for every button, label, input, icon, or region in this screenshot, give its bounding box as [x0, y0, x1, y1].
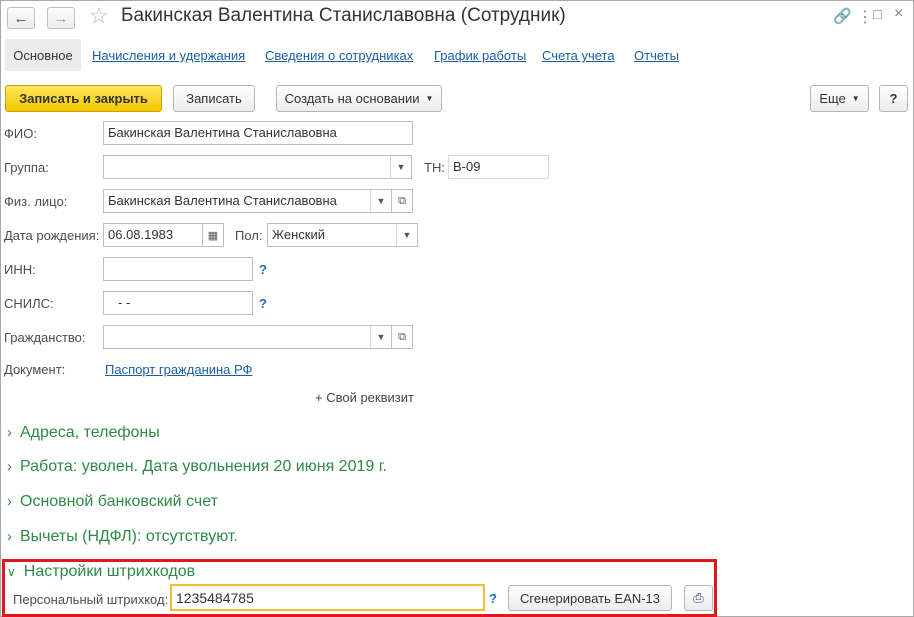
inn-field[interactable]: [103, 257, 253, 281]
document-link[interactable]: Паспорт гражданина РФ: [105, 362, 252, 377]
snils-label: СНИЛС:: [4, 296, 54, 311]
person-field[interactable]: Бакинская Валентина Станиславовна: [103, 189, 371, 213]
printer-icon: ⎙: [693, 590, 704, 605]
fio-label: ФИО:: [4, 126, 37, 141]
citizenship-dropdown-button[interactable]: ▼: [370, 325, 392, 349]
save-and-close-button[interactable]: Записать и закрыть: [5, 85, 162, 112]
birth-date-label: Дата рождения:: [4, 228, 100, 243]
tn-field[interactable]: В-09: [448, 155, 549, 179]
group-work[interactable]: › Работа: уволен. Дата увольнения 20 июня…: [7, 458, 387, 476]
citizenship-label: Гражданство:: [4, 330, 86, 345]
more-vertical-icon[interactable]: ⋮: [857, 7, 873, 27]
tab-employee-info[interactable]: Сведения о сотрудниках: [265, 48, 413, 63]
chevron-right-icon: ›: [7, 424, 12, 441]
add-custom-attribute-button[interactable]: + Свой реквизит: [315, 390, 414, 405]
snils-field[interactable]: - -: [103, 291, 253, 315]
chevron-down-icon: ▼: [376, 332, 386, 342]
arrow-left-icon: ←: [13, 9, 29, 27]
chevron-right-icon: ›: [7, 528, 12, 545]
open-window-icon: ⧉: [398, 194, 406, 207]
group-barcode-settings-label: Настройки штрихкодов: [23, 563, 196, 580]
form-window: ← → ☆ Бакинская Валентина Станиславовна …: [0, 0, 914, 617]
chevron-down-icon: ▼: [425, 94, 434, 103]
inn-help-link[interactable]: ?: [259, 262, 267, 277]
group-addresses[interactable]: › Адреса, телефоны: [7, 424, 160, 442]
group-bank-account-label: Основной банковский счет: [20, 493, 218, 510]
tn-label: ТН:: [424, 160, 445, 175]
tab-reports[interactable]: Отчеты: [634, 48, 679, 63]
save-button[interactable]: Записать: [173, 85, 255, 112]
star-icon[interactable]: ☆: [89, 3, 109, 29]
window-title: Бакинская Валентина Станиславовна (Сотру…: [121, 5, 566, 26]
group-dropdown-button[interactable]: ▼: [390, 155, 412, 179]
generate-ean13-button[interactable]: Сгенерировать EAN-13: [508, 585, 672, 611]
group-bank-account[interactable]: › Основной банковский счет: [7, 493, 218, 511]
chevron-down-icon: ▼: [402, 230, 412, 240]
fio-field[interactable]: Бакинская Валентина Станиславовна: [103, 121, 413, 145]
group-barcode-settings[interactable]: ∨ Настройки штрихкодов: [7, 563, 195, 581]
gender-dropdown-button[interactable]: ▼: [396, 223, 418, 247]
chevron-down-icon: ▼: [376, 196, 386, 206]
document-label: Документ:: [4, 362, 66, 377]
chevron-down-icon: ▼: [851, 94, 860, 103]
snils-help-link[interactable]: ?: [259, 296, 267, 311]
inn-label: ИНН:: [4, 262, 36, 277]
chevron-right-icon: ›: [7, 493, 12, 510]
group-addresses-label: Адреса, телефоны: [20, 424, 160, 441]
more-label: Еще: [819, 91, 846, 106]
tab-main[interactable]: Основное: [5, 39, 81, 71]
chevron-right-icon: ›: [7, 458, 12, 475]
gender-field[interactable]: Женский: [267, 223, 397, 247]
more-button[interactable]: Еще ▼: [810, 85, 869, 112]
group-deductions-label: Вычеты (НДФЛ): отсутствуют.: [20, 528, 238, 545]
calendar-icon: ▦: [207, 229, 219, 242]
create-based-on-label: Создать на основании: [284, 91, 420, 106]
help-button[interactable]: ?: [879, 85, 908, 112]
barcode-label: Персональный штрихкод:: [13, 592, 169, 607]
print-button[interactable]: ⎙: [684, 585, 713, 611]
barcode-help-link[interactable]: ?: [489, 591, 497, 606]
gender-label: Пол:: [235, 228, 263, 243]
citizenship-field[interactable]: [103, 325, 371, 349]
back-button[interactable]: ←: [7, 7, 35, 29]
group-label: Группа:: [4, 160, 49, 175]
create-based-on-button[interactable]: Создать на основании ▼: [276, 85, 442, 112]
group-work-label: Работа: уволен. Дата увольнения 20 июня …: [20, 458, 388, 475]
link-icon[interactable]: 🔗: [833, 7, 852, 25]
tab-accounts[interactable]: Счета учета: [542, 48, 615, 63]
arrow-right-icon: →: [53, 9, 69, 27]
citizenship-open-button[interactable]: ⧉: [391, 325, 413, 349]
person-label: Физ. лицо:: [4, 194, 68, 209]
tab-accruals[interactable]: Начисления и удержания: [92, 48, 245, 63]
close-icon[interactable]: ×: [894, 5, 903, 23]
chevron-down-icon: ▼: [396, 162, 406, 172]
calendar-button[interactable]: ▦: [202, 223, 224, 247]
tab-schedule[interactable]: График работы: [434, 48, 526, 63]
maximize-icon[interactable]: □: [873, 6, 882, 23]
forward-button[interactable]: →: [47, 7, 75, 29]
group-field[interactable]: [103, 155, 391, 179]
group-deductions[interactable]: › Вычеты (НДФЛ): отсутствуют.: [7, 528, 238, 546]
chevron-down-icon: ∨: [7, 565, 16, 579]
person-open-button[interactable]: ⧉: [391, 189, 413, 213]
open-window-icon: ⧉: [398, 330, 406, 343]
barcode-field[interactable]: 1235484785: [170, 584, 485, 611]
birth-date-field[interactable]: 06.08.1983: [103, 223, 203, 247]
person-dropdown-button[interactable]: ▼: [370, 189, 392, 213]
